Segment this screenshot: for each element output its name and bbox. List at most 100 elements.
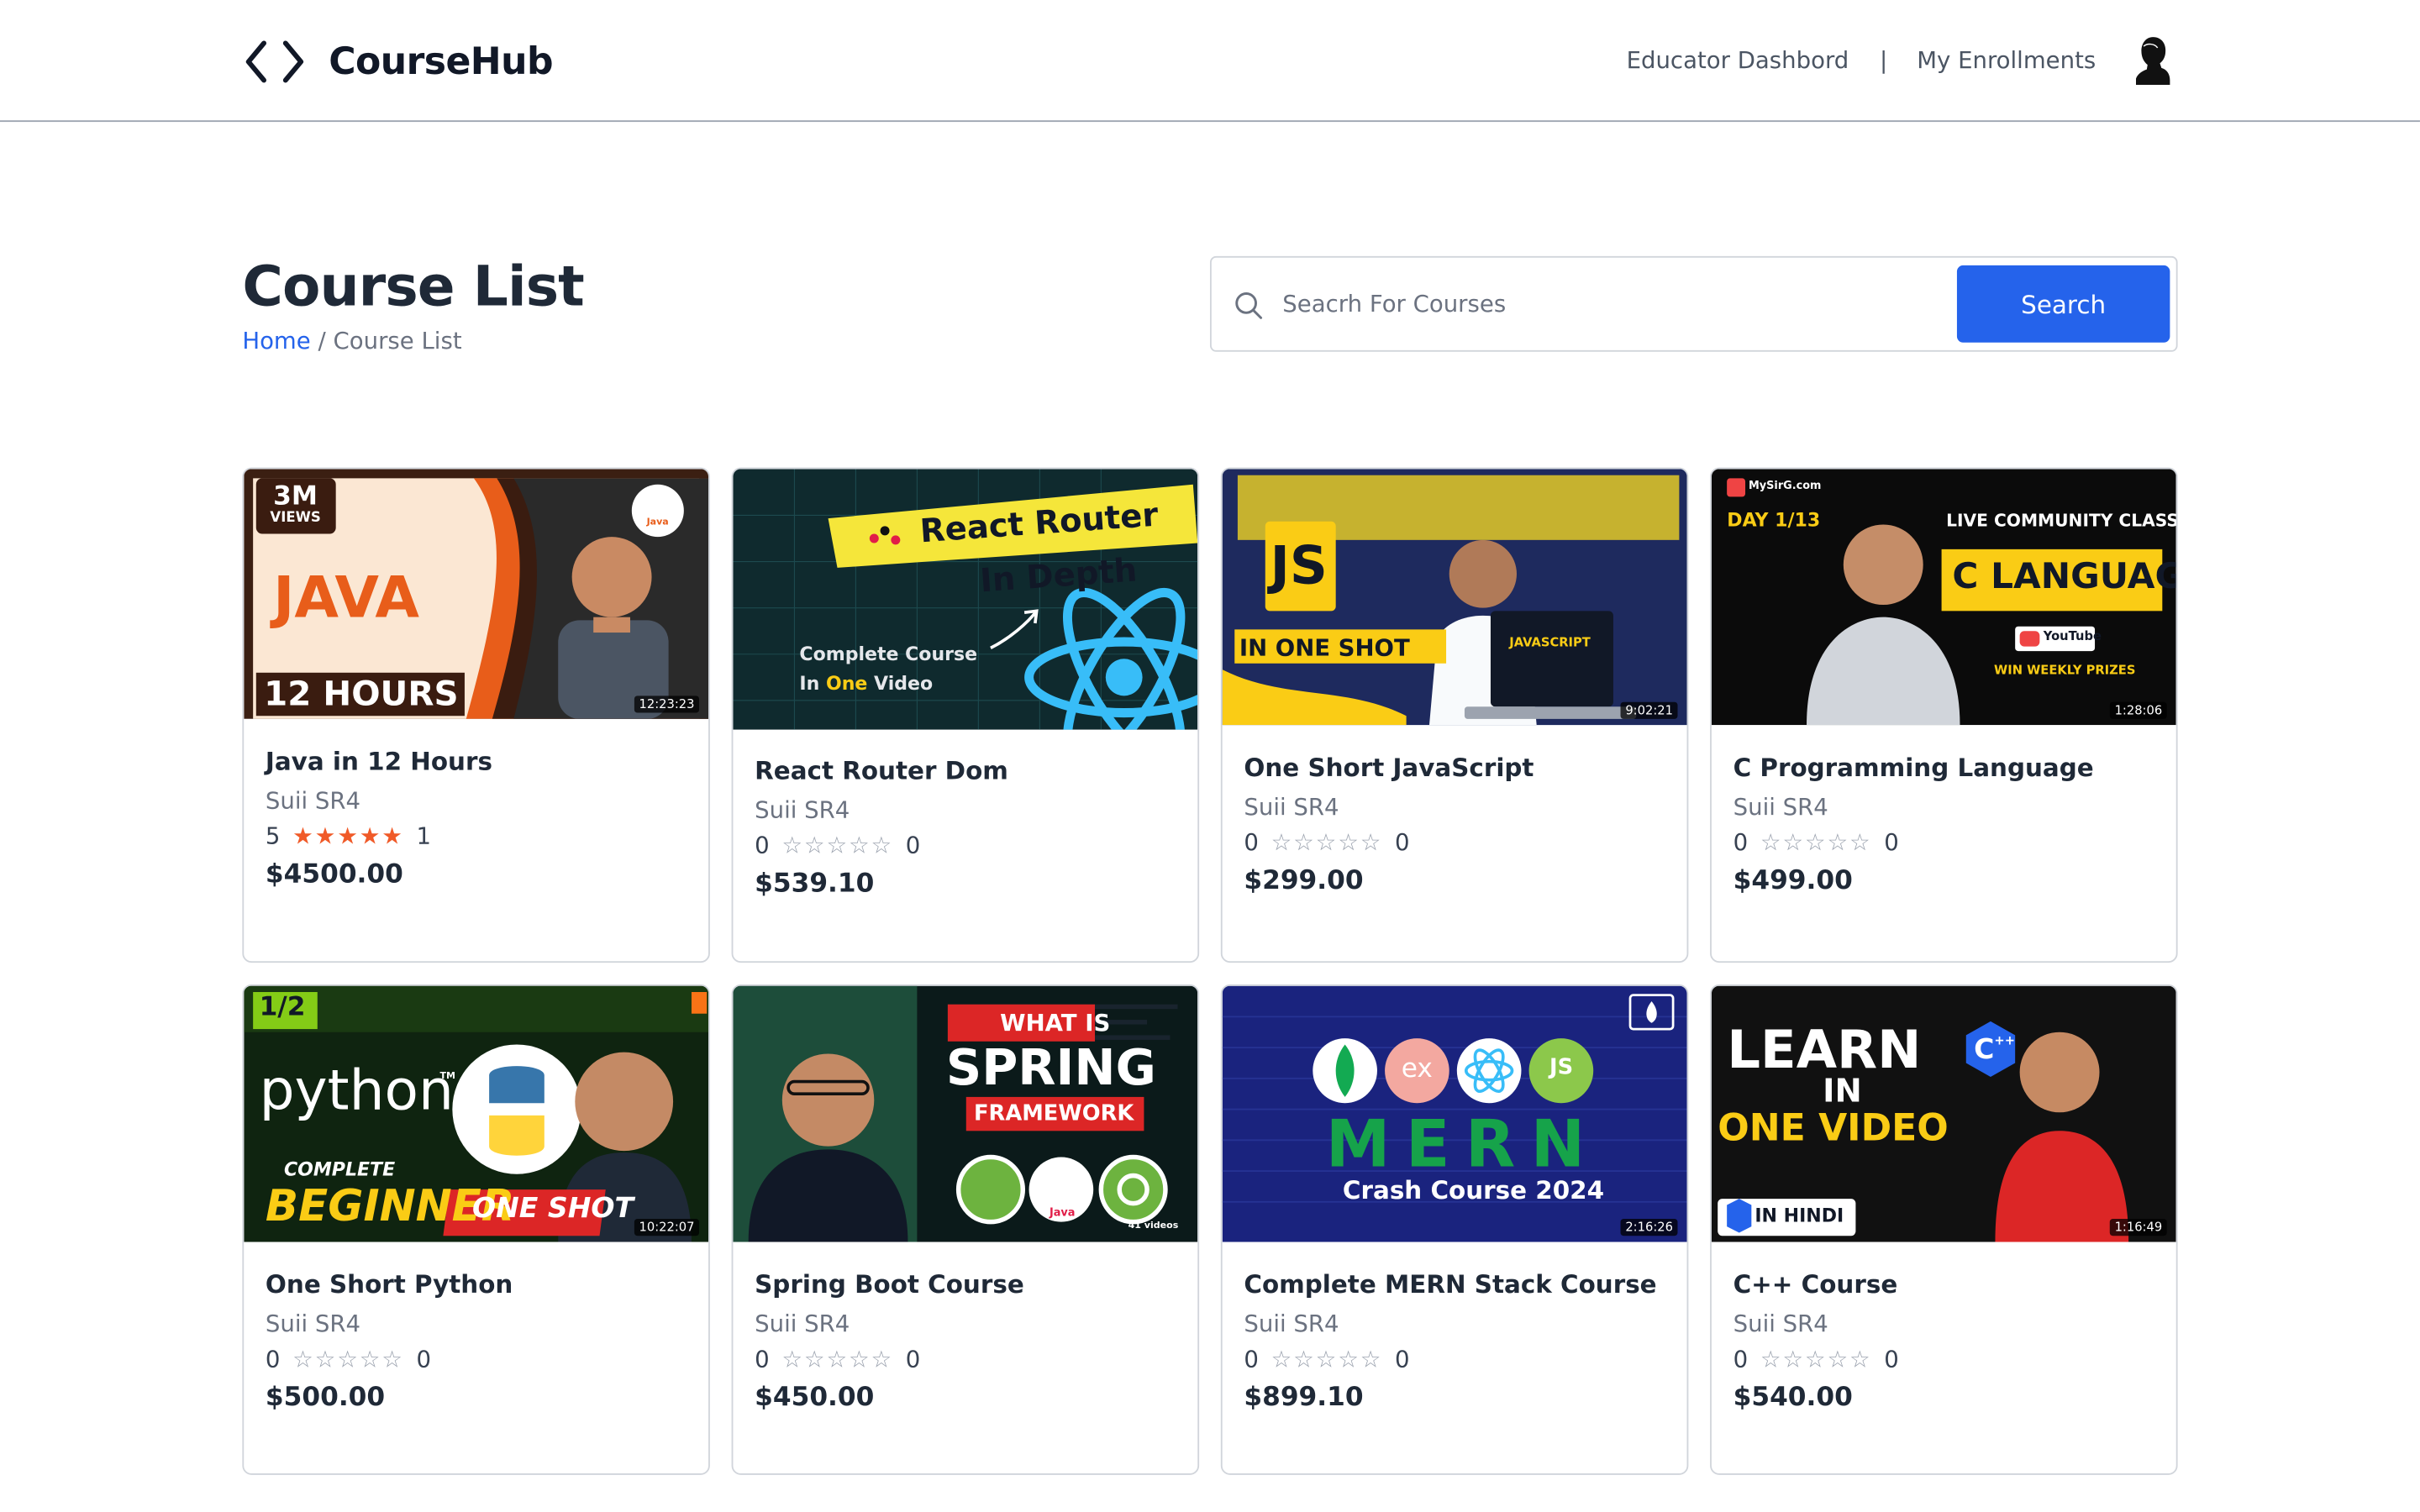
top-header: CourseHub Educator Dashbord | My Enrollm… bbox=[0, 0, 2420, 123]
youtube-logo: YouTube bbox=[2043, 629, 2102, 643]
course-title[interactable]: C Programming Language bbox=[1733, 753, 2154, 782]
course-title[interactable]: React Router Dom bbox=[755, 756, 1176, 785]
course-price: $539.10 bbox=[755, 869, 875, 900]
course-thumbnail[interactable]: JS IN ONE SHOT JAVASCRIPT 9:02:21 bbox=[1222, 469, 1687, 726]
course-card[interactable]: WHAT IS SPRING FRAMEWORK Java 41 videos … bbox=[731, 984, 1200, 1475]
video-duration: 9:02:21 bbox=[1620, 701, 1678, 719]
my-enrollments-link[interactable]: My Enrollments bbox=[1917, 46, 2096, 74]
brand-logo[interactable]: CourseHub bbox=[242, 37, 554, 87]
course-title[interactable]: Spring Boot Course bbox=[755, 1270, 1176, 1299]
video-count: 41 videos bbox=[1128, 1220, 1179, 1231]
course-rating: 0 ☆☆☆☆☆ 0 bbox=[1244, 828, 1665, 856]
thumb-subtitle: ONE VIDEO bbox=[1718, 1105, 1949, 1150]
page-title: Course List bbox=[242, 255, 584, 320]
thumb-top-text: WHAT IS bbox=[1000, 1009, 1111, 1037]
code-brackets-icon bbox=[245, 40, 304, 83]
brand-name: CourseHub bbox=[329, 39, 553, 84]
rating-count: 0 bbox=[416, 1345, 432, 1373]
user-avatar-icon[interactable] bbox=[2133, 34, 2173, 86]
course-instructor: Suii SR4 bbox=[755, 795, 850, 824]
thumb-badge: 3M bbox=[273, 481, 318, 512]
search-input[interactable] bbox=[1282, 279, 1931, 329]
express-logo: ex bbox=[1401, 1053, 1433, 1085]
rating-value: 0 bbox=[1733, 1345, 1749, 1373]
course-thumbnail[interactable]: ex JS MERN Crash Course 2024 2:16:26 bbox=[1222, 985, 1687, 1242]
rating-value: 0 bbox=[755, 831, 770, 860]
course-thumbnail[interactable]: 3M VIEWS JAVA 12 HOURS Java 12:23:23 bbox=[244, 469, 709, 719]
course-rating: 0 ☆☆☆☆☆ 0 bbox=[1733, 828, 2154, 856]
course-rating: 5 ★★★★★ 1 bbox=[266, 822, 687, 850]
rating-value: 0 bbox=[1733, 828, 1749, 857]
rating-value: 5 bbox=[265, 822, 281, 851]
course-price: $4500.00 bbox=[265, 859, 403, 890]
rating-stars: ☆☆☆☆☆ bbox=[1270, 828, 1383, 857]
thumb-tm: TM bbox=[439, 1070, 455, 1082]
course-title[interactable]: One Short JavaScript bbox=[1244, 753, 1665, 782]
course-instructor: Suii SR4 bbox=[265, 786, 361, 815]
course-rating: 0 ☆☆☆☆☆ 0 bbox=[1733, 1346, 2154, 1373]
course-grid: 3M VIEWS JAVA 12 HOURS Java 12:23:23 Jav… bbox=[242, 467, 2178, 1475]
course-card[interactable]: ex JS MERN Crash Course 2024 2:16:26 Com… bbox=[1220, 984, 1689, 1475]
video-duration: 2:16:26 bbox=[1620, 1218, 1678, 1236]
rating-stars: ☆☆☆☆☆ bbox=[1760, 1345, 1872, 1373]
thumb-line1: Complete Course bbox=[799, 643, 978, 665]
thumb-complete: COMPLETE bbox=[283, 1158, 396, 1181]
course-rating: 0 ☆☆☆☆☆ 0 bbox=[755, 832, 1176, 859]
course-instructor: Suii SR4 bbox=[1244, 1310, 1339, 1338]
educator-dashboard-link[interactable]: Educator Dashbord bbox=[1627, 46, 1849, 74]
course-thumbnail[interactable]: WHAT IS SPRING FRAMEWORK Java 41 videos bbox=[733, 985, 1198, 1242]
rating-stars: ☆☆☆☆☆ bbox=[781, 831, 894, 860]
course-rating: 0 ☆☆☆☆☆ 0 bbox=[755, 1346, 1176, 1373]
rating-count: 1 bbox=[416, 822, 432, 851]
rating-count: 0 bbox=[1884, 828, 1899, 857]
rating-value: 0 bbox=[755, 1345, 770, 1373]
thumb-in: IN bbox=[1823, 1072, 1862, 1110]
course-card[interactable]: 1/2 python TM COMPLETE BEGINNER ONE SHOT… bbox=[242, 984, 710, 1475]
search-button[interactable]: Search bbox=[1956, 265, 2170, 343]
rating-stars: ★★★★★ bbox=[292, 822, 404, 851]
breadcrumb: Home / Course List bbox=[242, 327, 461, 354]
rating-count: 0 bbox=[905, 1345, 921, 1373]
course-card[interactable]: React Router In Depth Complete Course In… bbox=[731, 467, 1200, 963]
course-price: $899.10 bbox=[1244, 1382, 1364, 1414]
course-title[interactable]: C++ Course bbox=[1733, 1270, 2154, 1299]
rating-count: 0 bbox=[1395, 1345, 1410, 1373]
course-rating: 0 ☆☆☆☆☆ 0 bbox=[266, 1346, 687, 1373]
rating-count: 0 bbox=[1884, 1345, 1899, 1373]
video-duration: 1:16:49 bbox=[2110, 1218, 2167, 1236]
course-thumbnail[interactable]: React Router In Depth Complete Course In… bbox=[733, 469, 1198, 730]
course-card[interactable]: LEARN C++ IN ONE VIDEO IN HINDI 1:16:49 … bbox=[1710, 984, 2178, 1475]
search-icon bbox=[1235, 292, 1263, 319]
thumb-screen-text: JAVASCRIPT bbox=[1509, 635, 1591, 650]
course-thumbnail[interactable]: MySirG.com DAY 1/13 LIVE COMMUNITY CLASS… bbox=[1711, 469, 2176, 726]
course-instructor: Suii SR4 bbox=[755, 1310, 850, 1338]
course-title[interactable]: Java in 12 Hours bbox=[266, 747, 687, 776]
course-instructor: Suii SR4 bbox=[265, 1310, 361, 1338]
breadcrumb-home-link[interactable]: Home bbox=[242, 327, 310, 354]
course-price: $299.00 bbox=[1244, 865, 1364, 897]
course-price: $500.00 bbox=[265, 1382, 386, 1414]
thumb-top-text: LIVE COMMUNITY CLASSES bbox=[1946, 510, 2176, 531]
js-logo: JS bbox=[1270, 535, 1328, 597]
thumb-subtitle: 12 HOURS bbox=[264, 675, 459, 715]
course-card[interactable]: MySirG.com DAY 1/13 LIVE COMMUNITY CLASS… bbox=[1710, 467, 2178, 963]
rating-stars: ☆☆☆☆☆ bbox=[292, 1345, 404, 1373]
rating-stars: ☆☆☆☆☆ bbox=[1760, 828, 1872, 857]
course-card[interactable]: 3M VIEWS JAVA 12 HOURS Java 12:23:23 Jav… bbox=[242, 467, 710, 963]
course-card[interactable]: JS IN ONE SHOT JAVASCRIPT 9:02:21 One Sh… bbox=[1220, 467, 1689, 963]
thumb-prize: WIN WEEKLY PRIZES bbox=[1994, 663, 2136, 678]
thumb-oneshot: ONE SHOT bbox=[472, 1192, 634, 1226]
thumb-title: IN ONE SHOT bbox=[1239, 633, 1410, 662]
thumb-title: SPRING bbox=[945, 1038, 1156, 1097]
course-thumbnail[interactable]: LEARN C++ IN ONE VIDEO IN HINDI 1:16:49 bbox=[1711, 985, 2176, 1242]
course-thumbnail[interactable]: 1/2 python TM COMPLETE BEGINNER ONE SHOT… bbox=[244, 985, 709, 1242]
header-nav: Educator Dashbord | My Enrollments bbox=[1627, 34, 2174, 86]
thumb-title: C LANGUAGE bbox=[1952, 557, 2175, 597]
search-bar: Search bbox=[1209, 255, 2178, 352]
thumb-line2: In One Video bbox=[799, 672, 934, 695]
thumb-badge-sub: VIEWS bbox=[270, 510, 321, 527]
video-duration: 1:28:06 bbox=[2110, 701, 2167, 719]
rating-value: 0 bbox=[265, 1345, 281, 1373]
course-title[interactable]: Complete MERN Stack Course bbox=[1244, 1270, 1665, 1299]
course-title[interactable]: One Short Python bbox=[266, 1270, 687, 1299]
